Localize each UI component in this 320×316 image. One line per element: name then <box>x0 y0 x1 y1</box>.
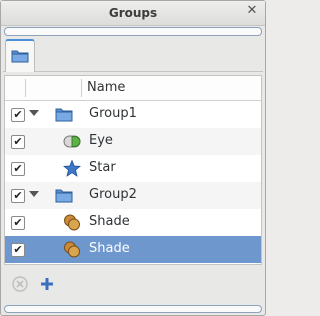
row-label: Eye <box>89 133 113 148</box>
row-label: Star <box>89 160 116 175</box>
shade-icon <box>64 214 80 231</box>
groups-tree: Name ✔ Group1 ✔ Eye ✔ Star ✔ Group2 ✔ Sh… <box>4 75 262 265</box>
row-label: Group2 <box>89 187 137 202</box>
tree-row-star[interactable]: ✔ Star <box>5 155 261 182</box>
tree-actions <box>4 273 262 297</box>
tree-row-eye[interactable]: ✔ Eye <box>5 128 261 155</box>
bottom-status-bar <box>4 305 262 313</box>
column-separator <box>81 79 82 97</box>
tree-row-shade[interactable]: ✔ Shade <box>5 209 261 236</box>
plus-icon <box>41 278 53 290</box>
tab-bar <box>3 37 263 72</box>
tree-row-group1[interactable]: ✔ Group1 <box>5 101 261 128</box>
groups-window: Groups ✕ Name ✔ Group1 ✔ Eye ✔ Star ✔ Gr… <box>0 0 266 316</box>
name-column-header[interactable]: Name <box>87 80 125 95</box>
tree-row-shade-selected[interactable]: ✔ Shade <box>5 236 261 263</box>
close-icon[interactable]: ✕ <box>245 4 259 18</box>
visibility-checkbox[interactable]: ✔ <box>11 135 25 149</box>
top-progress-bar <box>4 27 262 36</box>
row-label: Group1 <box>89 106 137 121</box>
expander-arrow-icon[interactable] <box>29 191 39 197</box>
visibility-checkbox[interactable]: ✔ <box>11 243 25 257</box>
eye-toggle-icon <box>63 135 81 148</box>
column-separator <box>25 79 26 97</box>
visibility-checkbox[interactable]: ✔ <box>11 108 25 122</box>
folder-icon <box>11 50 29 63</box>
visibility-checkbox[interactable]: ✔ <box>11 216 25 230</box>
folder-icon <box>55 189 73 203</box>
star-icon <box>63 160 81 177</box>
title-bar[interactable]: Groups ✕ <box>1 1 265 26</box>
tab-folder[interactable] <box>5 39 35 72</box>
add-button[interactable] <box>38 276 56 294</box>
shade-icon <box>64 241 80 258</box>
window-title: Groups <box>108 6 158 20</box>
tree-header: Name <box>5 76 261 101</box>
visibility-checkbox[interactable]: ✔ <box>11 162 25 176</box>
visibility-checkbox[interactable]: ✔ <box>11 189 25 203</box>
folder-icon <box>55 108 73 122</box>
remove-button[interactable] <box>11 276 29 294</box>
remove-icon <box>12 276 28 292</box>
tree-row-group2[interactable]: ✔ Group2 <box>5 182 261 209</box>
row-label: Shade <box>89 241 130 256</box>
expander-arrow-icon[interactable] <box>29 110 39 116</box>
row-label: Shade <box>89 214 130 229</box>
